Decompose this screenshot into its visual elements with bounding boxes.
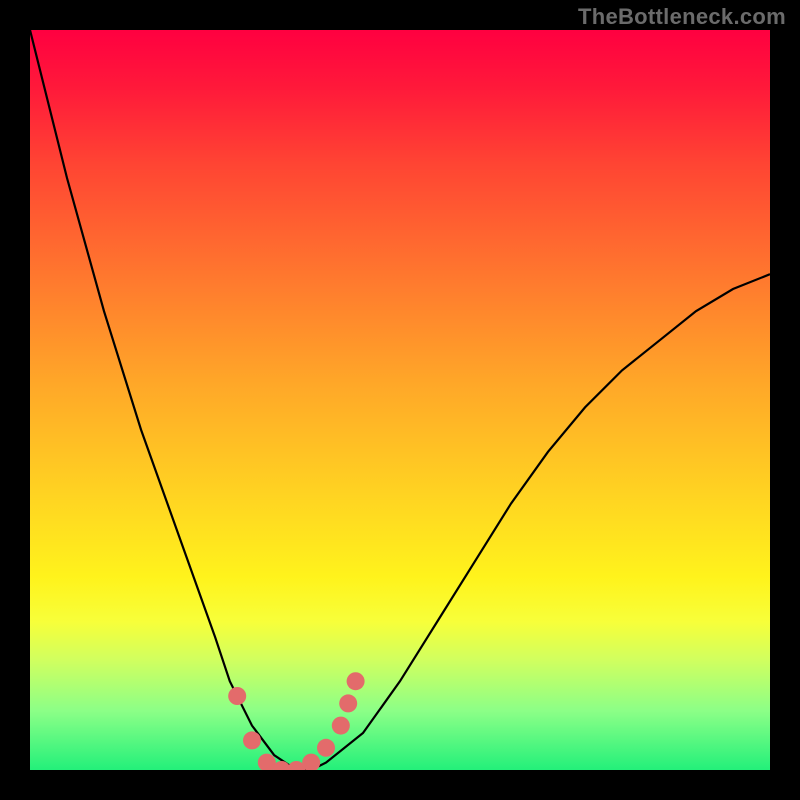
watermark-text: TheBottleneck.com bbox=[578, 4, 786, 30]
bottleneck-curve bbox=[30, 30, 770, 770]
curve-marker bbox=[243, 731, 261, 749]
chart-frame: TheBottleneck.com bbox=[0, 0, 800, 800]
curve-marker bbox=[339, 694, 357, 712]
curve-layer bbox=[30, 30, 770, 770]
curve-marker bbox=[302, 754, 320, 770]
curve-marker bbox=[317, 739, 335, 757]
curve-marker bbox=[347, 672, 365, 690]
curve-marker bbox=[332, 717, 350, 735]
plot-area bbox=[30, 30, 770, 770]
curve-marker bbox=[228, 687, 246, 705]
